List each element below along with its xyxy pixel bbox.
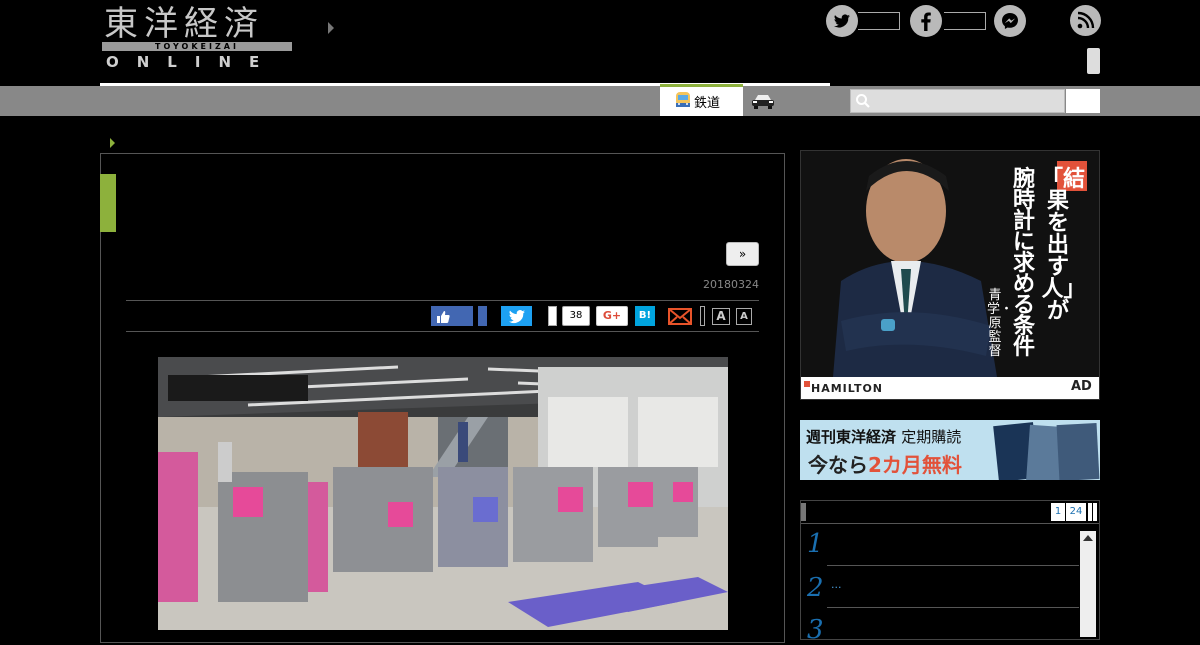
breadcrumb-arrow-icon	[110, 138, 115, 148]
ranking-rank-3: 3	[807, 615, 824, 645]
ad-headline-col2: 腕時計に求める条件	[1012, 167, 1035, 360]
facebook-like-button[interactable]	[431, 306, 473, 326]
ad-brand: HAMILTON	[811, 382, 884, 395]
sub-ad-offer-prefix: 今なら	[808, 453, 868, 477]
search-icon	[855, 93, 871, 113]
divider-bottom	[126, 331, 759, 332]
ranking-item-2[interactable]: ...	[831, 578, 842, 591]
ad-label: AD	[1071, 379, 1092, 394]
divider-top	[126, 300, 759, 301]
ad-headline-col1: 「結果を出す人」が	[1041, 167, 1086, 324]
ranking-header-marker	[801, 503, 806, 521]
sub-ad-magazine-name: 週刊東洋経済	[806, 428, 897, 446]
ranking-divider	[801, 523, 1099, 524]
tab-railway[interactable]: 鉄道	[660, 84, 743, 116]
sub-ad-offer-highlight: 2カ月無料	[868, 453, 962, 477]
twitter-count-box	[858, 12, 900, 30]
hatena-bookmark-button[interactable]: B!	[635, 306, 655, 326]
ranking-page-next[interactable]	[1088, 503, 1092, 521]
twitter-bird-icon	[509, 309, 525, 328]
ad-byline: 青学・原監督	[987, 288, 1014, 359]
ad-footer-accent	[804, 381, 810, 387]
magazine-cover-3	[1056, 422, 1100, 480]
font-size-small-button[interactable]: A	[736, 308, 752, 325]
article-photo-ticket-gates	[158, 357, 728, 630]
subscription-ad-banner[interactable]: 週刊東洋経済 定期購読 今なら2カ月無料	[800, 420, 1100, 480]
search-button[interactable]	[1066, 89, 1100, 113]
ranking-panel: 1 24 1 2 ... 3	[800, 500, 1100, 645]
next-page-button[interactable]: »	[726, 242, 759, 266]
twitter-share-button[interactable]	[501, 306, 532, 326]
mail-icon[interactable]	[668, 306, 692, 326]
sub-ad-offer: 今なら2カ月無料	[808, 449, 962, 478]
ranking-item-divider-1	[827, 565, 1079, 566]
logo-title[interactable]: 東洋経済	[104, 4, 264, 44]
hamilton-ad-banner[interactable]: 「結果を出す人」が 腕時計に求める条件 青学・原監督 HAMILTON AD	[800, 150, 1100, 400]
hatena-bookmark-count: 38	[562, 306, 590, 326]
scroll-up-icon[interactable]	[1083, 535, 1093, 541]
facebook-share-button[interactable]	[478, 306, 487, 326]
sub-ad-magazine: 週刊東洋経済 定期購読	[806, 426, 961, 447]
article-date: 20180324	[703, 278, 759, 291]
search-field[interactable]	[875, 92, 1060, 110]
ranking-item-divider-2	[827, 607, 1079, 608]
ranking-page-24[interactable]: 24	[1066, 503, 1086, 521]
tab-car[interactable]	[743, 86, 793, 116]
sub-ad-title: 定期購読	[901, 428, 962, 446]
facebook-icon[interactable]	[910, 5, 942, 37]
ranking-scrollbar[interactable]	[1080, 531, 1096, 637]
google-plus-button[interactable]: G+	[596, 306, 628, 326]
ranking-page-1[interactable]: 1	[1051, 503, 1065, 521]
train-icon	[674, 91, 692, 115]
ranking-rank-1: 1	[807, 529, 824, 559]
car-icon	[751, 92, 775, 114]
header-menu-button[interactable]	[1087, 48, 1100, 74]
title-accent-bar	[100, 174, 116, 232]
twitter-icon[interactable]	[826, 5, 858, 37]
font-size-large-button[interactable]: A	[712, 308, 730, 325]
facebook-count-box	[944, 12, 986, 30]
share-separator	[700, 306, 705, 326]
messenger-icon[interactable]	[994, 5, 1026, 37]
tab-railway-label: 鉄道	[694, 96, 721, 111]
ranking-rank-2: 2	[807, 573, 824, 603]
rss-icon[interactable]	[1070, 5, 1101, 36]
logo-romaji: TOYOKEIZAI	[102, 42, 292, 51]
logo-online: ONLINE	[106, 53, 278, 71]
chevron-right-icon[interactable]	[328, 22, 334, 34]
thumbs-up-icon	[436, 309, 450, 328]
search-input[interactable]	[850, 89, 1065, 113]
ranking-page-last[interactable]	[1093, 503, 1097, 521]
hatena-count-left	[548, 306, 557, 326]
